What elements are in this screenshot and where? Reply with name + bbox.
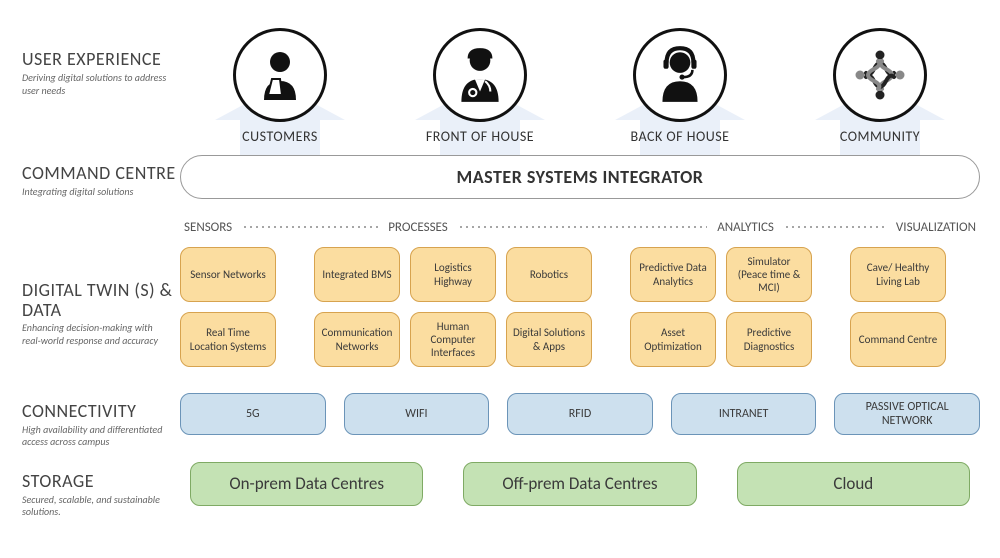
conn-box: INTRANET: [671, 393, 817, 435]
twin-desc: Enhancing decision-making with real-worl…: [22, 320, 180, 347]
persona-back-of-house: BACK OF HOUSE: [590, 28, 770, 145]
customer-icon: [233, 28, 327, 122]
community-icon: [833, 28, 927, 122]
group-processes: Integrated BMS Logistics Highway Robotic…: [314, 247, 592, 379]
twin-box: Asset Optimization: [630, 312, 716, 367]
twin-box: Integrated BMS: [314, 247, 400, 302]
stor-box: On-prem Data Centres: [190, 462, 423, 506]
group-visualization: Cave/ Healthy Living Lab Command Centre: [850, 247, 946, 379]
stor-box: Off-prem Data Centres: [463, 462, 696, 506]
stor-desc: Secured, scalable, and sustainable solut…: [22, 492, 180, 519]
cmd-title: COMMAND CENTRE: [22, 162, 180, 184]
twin-box: Predictive Diagnostics: [726, 312, 812, 367]
msi-box: MASTER SYSTEMS INTEGRATOR: [180, 155, 980, 199]
twin-box: Logistics Highway: [410, 247, 496, 302]
stor-box: Cloud: [737, 462, 970, 506]
twin-title: DIGITAL TWIN (S) & DATA: [22, 281, 180, 321]
twin-box: Communication Networks: [314, 312, 400, 367]
persona-label: COMMUNITY: [840, 128, 920, 145]
twin-box: Robotics: [506, 247, 592, 302]
conn-box: PASSIVE OPTICAL NETWORK: [834, 393, 980, 435]
cat-analytics: ANALYTICS: [713, 220, 778, 235]
ux-desc: Deriving digital solutions to address us…: [22, 70, 180, 97]
cmd-desc: Integrating digital solutions: [22, 184, 180, 199]
twin-box: Cave/ Healthy Living Lab: [850, 247, 946, 302]
twin-box: Simulator (Peace time & MCI): [726, 247, 812, 302]
doctor-icon: [433, 28, 527, 122]
twin-box: Human Computer Interfaces: [410, 312, 496, 367]
group-sensors: Sensor Networks Real Time Location Syste…: [180, 247, 276, 379]
stor-title: STORAGE: [22, 470, 180, 492]
twin-box: Sensor Networks: [180, 247, 276, 302]
conn-box: WIFI: [344, 393, 490, 435]
twin-box: Predictive Data Analytics: [630, 247, 716, 302]
persona-front-of-house: FRONT OF HOUSE: [390, 28, 570, 145]
cat-visualization: VISUALIZATION: [892, 220, 980, 235]
cat-sensors: SENSORS: [180, 220, 236, 235]
group-analytics: Predictive Data Analytics Simulator (Pea…: [630, 247, 812, 379]
ux-title: USER EXPERIENCE: [22, 48, 180, 70]
conn-box: 5G: [180, 393, 326, 435]
cat-processes: PROCESSES: [384, 220, 452, 235]
persona-label: BACK OF HOUSE: [631, 128, 730, 145]
category-labels: SENSORS PROCESSES ANALYTICS VISUALIZATIO…: [180, 215, 980, 239]
conn-title: CONNECTIVITY: [22, 400, 180, 422]
conn-desc: High availability and differentiated acc…: [22, 422, 180, 449]
persona-label: CUSTOMERS: [242, 128, 318, 145]
conn-box: RFID: [507, 393, 653, 435]
twin-box: Digital Solutions & Apps: [506, 312, 592, 367]
headset-icon: [633, 28, 727, 122]
persona-label: FRONT OF HOUSE: [426, 128, 534, 145]
persona-community: COMMUNITY: [790, 28, 970, 145]
twin-box: Real Time Location Systems: [180, 312, 276, 367]
twin-box: Command Centre: [850, 312, 946, 367]
persona-customers: CUSTOMERS: [190, 28, 370, 145]
